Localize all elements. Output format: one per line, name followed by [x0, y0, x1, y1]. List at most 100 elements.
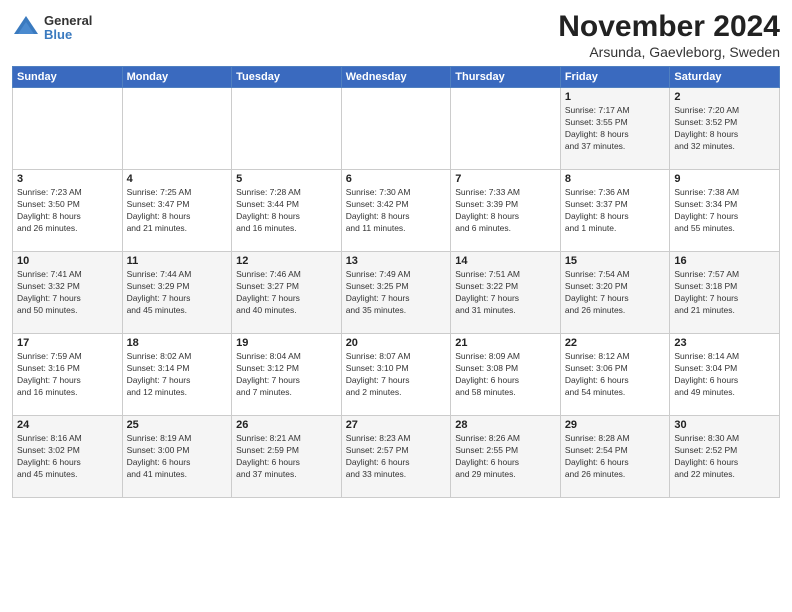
calendar-cell: 7 Sunrise: 7:33 AM Sunset: 3:39 PM Daylig…	[451, 170, 561, 252]
calendar-cell: 8 Sunrise: 7:36 AM Sunset: 3:37 PM Daylig…	[560, 170, 670, 252]
header-wednesday: Wednesday	[341, 67, 451, 88]
day-info: Sunrise: 8:14 AM Sunset: 3:04 PM Dayligh…	[674, 351, 775, 399]
day-number: 21	[455, 337, 556, 349]
calendar-cell: 24 Sunrise: 8:16 AM Sunset: 3:02 PM Dayli…	[13, 416, 123, 498]
header-sunday: Sunday	[13, 67, 123, 88]
day-number: 18	[127, 337, 228, 349]
calendar-table: Sunday Monday Tuesday Wednesday Thursday…	[12, 66, 780, 498]
day-number: 4	[127, 173, 228, 185]
day-info: Sunrise: 7:38 AM Sunset: 3:34 PM Dayligh…	[674, 187, 775, 235]
day-info: Sunrise: 8:28 AM Sunset: 2:54 PM Dayligh…	[565, 433, 666, 481]
calendar-week-row: 17 Sunrise: 7:59 AM Sunset: 3:16 PM Dayli…	[13, 334, 780, 416]
calendar-cell	[341, 88, 451, 170]
calendar-cell: 22Sunrise: 8:12 AM Sunset: 3:06 PM Dayli…	[560, 334, 670, 416]
day-number: 19	[236, 337, 337, 349]
calendar-cell: 14 Sunrise: 7:51 AM Sunset: 3:22 PM Dayli…	[451, 252, 561, 334]
day-info: Sunrise: 7:36 AM Sunset: 3:37 PM Dayligh…	[565, 187, 666, 235]
logo-line2: Blue	[44, 28, 92, 42]
day-info: Sunrise: 8:12 AM Sunset: 3:06 PM Dayligh…	[565, 351, 666, 399]
logo-line1: General	[44, 14, 92, 28]
calendar-cell: 5 Sunrise: 7:28 AM Sunset: 3:44 PM Daylig…	[232, 170, 342, 252]
day-info: Sunrise: 8:23 AM Sunset: 2:57 PM Dayligh…	[346, 433, 447, 481]
day-number: 9	[674, 173, 775, 185]
day-info: Sunrise: 7:33 AM Sunset: 3:39 PM Dayligh…	[455, 187, 556, 235]
day-info: Sunrise: 7:25 AM Sunset: 3:47 PM Dayligh…	[127, 187, 228, 235]
header-friday: Friday	[560, 67, 670, 88]
calendar-cell: 9 Sunrise: 7:38 AM Sunset: 3:34 PM Daylig…	[670, 170, 780, 252]
day-info: Sunrise: 7:51 AM Sunset: 3:22 PM Dayligh…	[455, 269, 556, 317]
day-number: 10	[17, 255, 118, 267]
calendar-cell: 12 Sunrise: 7:46 AM Sunset: 3:27 PM Dayli…	[232, 252, 342, 334]
calendar-cell: 28Sunrise: 8:26 AM Sunset: 2:55 PM Dayli…	[451, 416, 561, 498]
calendar-cell: 6Sunrise: 7:30 AM Sunset: 3:42 PM Daylig…	[341, 170, 451, 252]
day-number: 7	[455, 173, 556, 185]
day-info: Sunrise: 7:30 AM Sunset: 3:42 PM Dayligh…	[346, 187, 447, 235]
page: General Blue November 2024 Arsunda, Gaev…	[0, 0, 792, 612]
day-number: 20	[346, 337, 447, 349]
day-info: Sunrise: 8:21 AM Sunset: 2:59 PM Dayligh…	[236, 433, 337, 481]
day-info: Sunrise: 8:07 AM Sunset: 3:10 PM Dayligh…	[346, 351, 447, 399]
day-info: Sunrise: 7:49 AM Sunset: 3:25 PM Dayligh…	[346, 269, 447, 317]
day-number: 24	[17, 419, 118, 431]
day-number: 29	[565, 419, 666, 431]
calendar-cell: 20 Sunrise: 8:07 AM Sunset: 3:10 PM Dayli…	[341, 334, 451, 416]
calendar-cell: 2Sunrise: 7:20 AM Sunset: 3:52 PM Daylig…	[670, 88, 780, 170]
day-info: Sunrise: 8:09 AM Sunset: 3:08 PM Dayligh…	[455, 351, 556, 399]
header-thursday: Thursday	[451, 67, 561, 88]
calendar-cell	[451, 88, 561, 170]
calendar-cell	[232, 88, 342, 170]
calendar-cell: 19 Sunrise: 8:04 AM Sunset: 3:12 PM Dayli…	[232, 334, 342, 416]
day-info: Sunrise: 7:54 AM Sunset: 3:20 PM Dayligh…	[565, 269, 666, 317]
day-number: 15	[565, 255, 666, 267]
day-number: 14	[455, 255, 556, 267]
calendar-week-row: 10 Sunrise: 7:41 AM Sunset: 3:32 PM Dayli…	[13, 252, 780, 334]
calendar-cell: 4 Sunrise: 7:25 AM Sunset: 3:47 PM Daylig…	[122, 170, 232, 252]
calendar-cell: 3 Sunrise: 7:23 AM Sunset: 3:50 PM Daylig…	[13, 170, 123, 252]
calendar-week-row: 3 Sunrise: 7:23 AM Sunset: 3:50 PM Daylig…	[13, 170, 780, 252]
logo-icon	[12, 14, 40, 42]
logo-text: General Blue	[44, 14, 92, 43]
day-number: 3	[17, 173, 118, 185]
day-info: Sunrise: 8:04 AM Sunset: 3:12 PM Dayligh…	[236, 351, 337, 399]
day-info: Sunrise: 8:16 AM Sunset: 3:02 PM Dayligh…	[17, 433, 118, 481]
calendar-cell: 11Sunrise: 7:44 AM Sunset: 3:29 PM Dayli…	[122, 252, 232, 334]
calendar-cell: 18 Sunrise: 8:02 AM Sunset: 3:14 PM Dayli…	[122, 334, 232, 416]
day-number: 17	[17, 337, 118, 349]
day-number: 8	[565, 173, 666, 185]
day-info: Sunrise: 7:20 AM Sunset: 3:52 PM Dayligh…	[674, 105, 775, 153]
day-info: Sunrise: 7:41 AM Sunset: 3:32 PM Dayligh…	[17, 269, 118, 317]
day-info: Sunrise: 7:46 AM Sunset: 3:27 PM Dayligh…	[236, 269, 337, 317]
calendar-cell: 1Sunrise: 7:17 AM Sunset: 3:55 PM Daylig…	[560, 88, 670, 170]
calendar-week-row: 1Sunrise: 7:17 AM Sunset: 3:55 PM Daylig…	[13, 88, 780, 170]
day-info: Sunrise: 7:23 AM Sunset: 3:50 PM Dayligh…	[17, 187, 118, 235]
day-number: 23	[674, 337, 775, 349]
day-number: 16	[674, 255, 775, 267]
day-number: 30	[674, 419, 775, 431]
day-number: 5	[236, 173, 337, 185]
day-number: 27	[346, 419, 447, 431]
day-info: Sunrise: 7:28 AM Sunset: 3:44 PM Dayligh…	[236, 187, 337, 235]
calendar-cell	[13, 88, 123, 170]
calendar-cell	[122, 88, 232, 170]
calendar-cell: 16 Sunrise: 7:57 AM Sunset: 3:18 PM Dayli…	[670, 252, 780, 334]
header: General Blue November 2024 Arsunda, Gaev…	[12, 10, 780, 60]
header-tuesday: Tuesday	[232, 67, 342, 88]
day-info: Sunrise: 7:57 AM Sunset: 3:18 PM Dayligh…	[674, 269, 775, 317]
day-number: 12	[236, 255, 337, 267]
calendar-cell: 30 Sunrise: 8:30 AM Sunset: 2:52 PM Dayli…	[670, 416, 780, 498]
header-row: Sunday Monday Tuesday Wednesday Thursday…	[13, 67, 780, 88]
day-info: Sunrise: 8:02 AM Sunset: 3:14 PM Dayligh…	[127, 351, 228, 399]
calendar-cell: 25 Sunrise: 8:19 AM Sunset: 3:00 PM Dayli…	[122, 416, 232, 498]
day-info: Sunrise: 8:26 AM Sunset: 2:55 PM Dayligh…	[455, 433, 556, 481]
day-info: Sunrise: 7:17 AM Sunset: 3:55 PM Dayligh…	[565, 105, 666, 153]
header-monday: Monday	[122, 67, 232, 88]
day-info: Sunrise: 8:19 AM Sunset: 3:00 PM Dayligh…	[127, 433, 228, 481]
day-info: Sunrise: 7:59 AM Sunset: 3:16 PM Dayligh…	[17, 351, 118, 399]
calendar-cell: 21 Sunrise: 8:09 AM Sunset: 3:08 PM Dayli…	[451, 334, 561, 416]
calendar-subtitle: Arsunda, Gaevleborg, Sweden	[558, 44, 780, 60]
day-number: 26	[236, 419, 337, 431]
logo: General Blue	[12, 14, 92, 43]
day-info: Sunrise: 8:30 AM Sunset: 2:52 PM Dayligh…	[674, 433, 775, 481]
calendar-cell: 15 Sunrise: 7:54 AM Sunset: 3:20 PM Dayli…	[560, 252, 670, 334]
day-number: 25	[127, 419, 228, 431]
